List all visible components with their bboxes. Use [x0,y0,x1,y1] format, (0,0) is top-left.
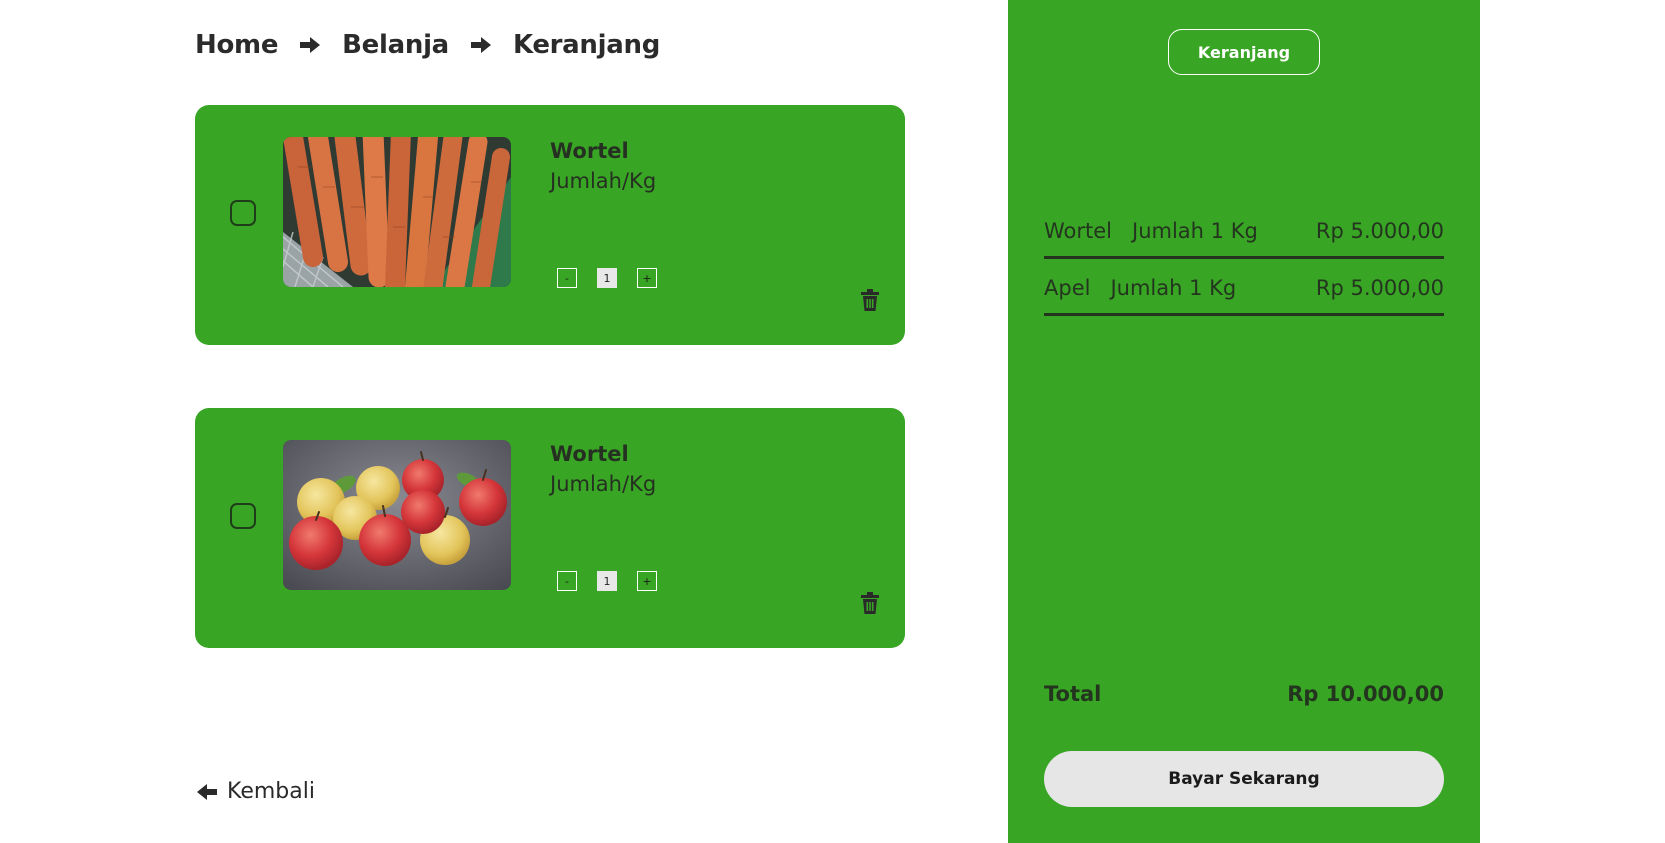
increase-button[interactable]: + [637,571,657,591]
trash-icon[interactable] [860,289,880,311]
product-unit: Jumlah/Kg [550,169,657,193]
summary-item-price: Rp 5.000,00 [1315,276,1444,300]
summary-item-qty: Jumlah 1 Kg [1110,276,1237,300]
decrease-button[interactable]: - [557,268,577,288]
quantity-stepper: - 1 + [557,571,657,591]
arrow-right-icon [470,37,491,53]
arrow-left-icon [197,783,217,800]
breadcrumb-home[interactable]: Home [195,30,278,60]
cart-summary-sidebar: Keranjang Wortel Jumlah 1 Kg Rp 5.000,00… [1008,0,1480,843]
tab-keranjang[interactable]: Keranjang [1168,29,1320,75]
total-value: Rp 10.000,00 [1287,682,1444,706]
breadcrumb-keranjang[interactable]: Keranjang [513,30,660,60]
decrease-button[interactable]: - [557,571,577,591]
item-checkbox[interactable] [230,200,256,226]
breadcrumb: Home Belanja Keranjang [195,30,660,60]
product-name: Wortel [550,442,629,466]
product-image-apple [283,440,511,590]
total-label: Total [1044,682,1102,706]
back-label: Kembali [227,779,315,804]
quantity-value[interactable]: 1 [597,571,617,591]
item-checkbox[interactable] [230,503,256,529]
product-name: Wortel [550,139,629,163]
breadcrumb-belanja[interactable]: Belanja [342,30,449,60]
summary-row: Apel Jumlah 1 Kg Rp 5.000,00 [1044,276,1444,316]
summary-row: Wortel Jumlah 1 Kg Rp 5.000,00 [1044,219,1444,259]
trash-icon[interactable] [860,592,880,614]
quantity-stepper: - 1 + [557,268,657,288]
cart-item-card: Wortel Jumlah/Kg - 1 + [195,105,905,345]
summary-item-name: Apel [1044,276,1091,300]
summary-item-qty: Jumlah 1 Kg [1132,219,1258,243]
quantity-value[interactable]: 1 [597,268,617,288]
summary-item-name: Wortel [1044,219,1113,243]
summary-item-price: Rp 5.000,00 [1315,219,1444,243]
arrow-right-icon [300,37,321,53]
increase-button[interactable]: + [637,268,657,288]
back-link[interactable]: Kembali [197,779,315,804]
product-unit: Jumlah/Kg [550,472,657,496]
total-row: Total Rp 10.000,00 [1044,682,1444,706]
cart-item-card: Wortel Jumlah/Kg - 1 + [195,408,905,648]
product-image-carrot [283,137,511,287]
pay-now-button[interactable]: Bayar Sekarang [1044,751,1444,807]
